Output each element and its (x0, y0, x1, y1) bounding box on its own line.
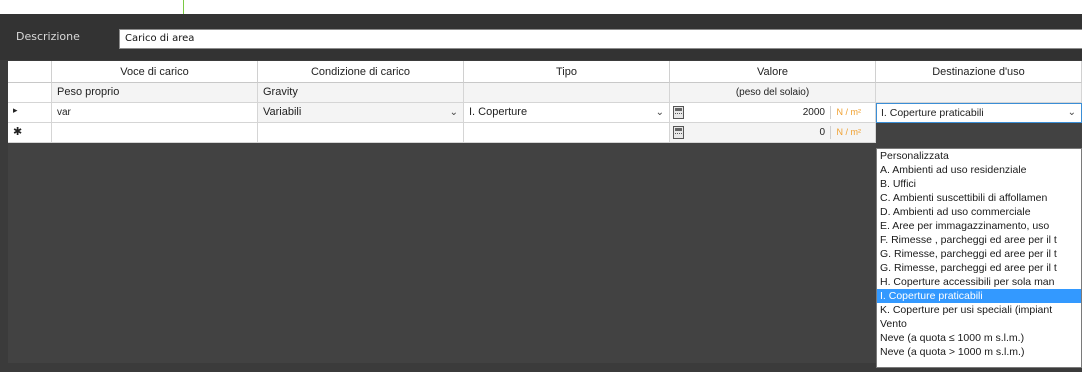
dropdown-option[interactable]: K. Coperture per usi speciali (impiant (877, 303, 1081, 317)
dropdown-option[interactable]: C. Ambienti suscettibili di affollamen (877, 191, 1081, 205)
value-separator (830, 106, 831, 119)
calculator-icon[interactable] (673, 106, 684, 119)
cell-tipo[interactable] (464, 123, 670, 143)
value-number: 0 (819, 127, 825, 138)
row-header[interactable] (8, 83, 52, 103)
dropdown-option[interactable]: D. Ambienti ad uso commerciale (877, 205, 1081, 219)
cell-valore[interactable]: 2000 N / m² (670, 103, 876, 123)
row-header-corner (8, 61, 52, 83)
description-row: Descrizione Carico di area (0, 14, 1082, 60)
cell-voce[interactable] (52, 123, 258, 143)
value-unit: N / m² (836, 127, 862, 137)
description-label: Descrizione (16, 30, 80, 43)
cell-condizione-combo[interactable]: Variabili ⌄ (258, 103, 464, 123)
combo-value: I. Coperture praticabili (881, 107, 984, 119)
dropdown-option[interactable]: G. Rimesse, parcheggi ed aree per il t (877, 247, 1081, 261)
dropdown-option[interactable]: A. Ambienti ad uso residenziale (877, 163, 1081, 177)
combo-value: Variabili (263, 106, 302, 118)
cell-voce[interactable]: Peso proprio (52, 83, 258, 103)
cell-valore[interactable]: 0 N / m² (670, 123, 876, 143)
dropdown-option-selected[interactable]: I. Coperture praticabili (877, 289, 1081, 303)
column-header-condizione[interactable]: Condizione di carico (258, 61, 464, 83)
column-header-voce[interactable]: Voce di carico (52, 61, 258, 83)
dropdown-option[interactable]: G. Rimesse, parcheggi ed aree per il t (877, 261, 1081, 275)
row-header[interactable]: ▸ (8, 103, 52, 123)
accent-line (183, 0, 184, 14)
combo-value: I. Coperture (469, 106, 528, 118)
column-header-destinazione[interactable]: Destinazione d'uso (876, 61, 1082, 83)
chevron-down-icon[interactable]: ⌄ (656, 103, 664, 122)
cell-condizione[interactable] (258, 123, 464, 143)
dropdown-option[interactable]: E. Aree per immagazzinamento, uso (877, 219, 1081, 233)
column-header-valore[interactable]: Valore (670, 61, 876, 83)
description-input[interactable]: Carico di area (119, 29, 1082, 49)
cell-destinazione[interactable] (876, 83, 1082, 103)
dropdown-option[interactable]: Neve (a quota > 1000 m s.l.m.) (877, 345, 1081, 359)
current-row-icon: ▸ (13, 106, 18, 116)
dropdown-option[interactable]: Personalizzata (877, 149, 1081, 163)
destinazione-combo[interactable]: I. Coperture praticabili ⌄ (876, 103, 1082, 123)
value-separator (830, 126, 831, 139)
value-number: 2000 (802, 107, 825, 118)
value-unit: N / m² (836, 107, 862, 117)
new-row-icon: ✱ (13, 125, 23, 138)
chevron-down-icon[interactable]: ⌄ (1068, 104, 1076, 122)
dropdown-option[interactable]: Neve (a quota ≤ 1000 m s.l.m.) (877, 331, 1081, 345)
cell-tipo[interactable] (464, 83, 670, 103)
destinazione-dropdown-list[interactable]: Personalizzata A. Ambienti ad uso reside… (876, 148, 1082, 368)
dropdown-option[interactable]: F. Rimesse , parcheggi ed aree per il t (877, 233, 1081, 247)
dropdown-option[interactable]: B. Uffici (877, 177, 1081, 191)
dropdown-option[interactable]: Vento (877, 317, 1081, 331)
row-header[interactable]: ✱ (8, 123, 52, 143)
cell-voce[interactable]: var (52, 103, 258, 123)
cell-condizione[interactable]: Gravity (258, 83, 464, 103)
calculator-icon[interactable] (673, 126, 684, 139)
chevron-down-icon[interactable]: ⌄ (450, 103, 458, 122)
cell-valore-note[interactable]: (peso del solaio) (670, 83, 876, 103)
column-header-tipo[interactable]: Tipo (464, 61, 670, 83)
cell-tipo-combo[interactable]: I. Coperture ⌄ (464, 103, 670, 123)
dropdown-option[interactable]: H. Coperture accessibili per sola man (877, 275, 1081, 289)
